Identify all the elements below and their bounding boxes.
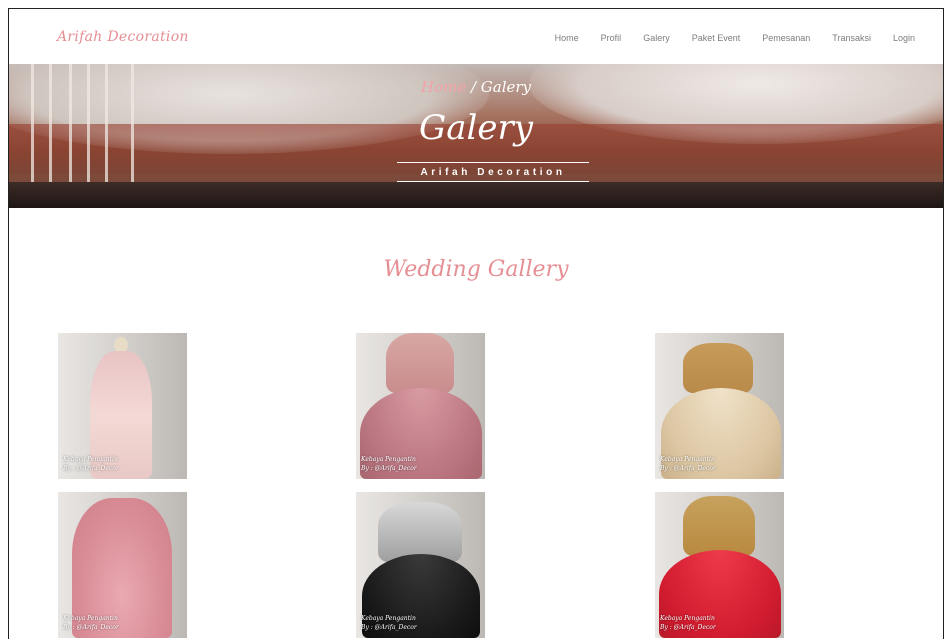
gallery-item-4[interactable]: Kebaya Pengantin By : @Arifa_Decor: [58, 492, 187, 638]
hero-content: Home / Galery Galery: [9, 64, 943, 208]
photo-caption: Kebaya Pengantin By : @Arifa_Decor: [361, 615, 417, 631]
page-title: Galery: [419, 108, 533, 148]
photo-caption: Kebaya Pengantin By : @Arifa_Decor: [660, 615, 716, 631]
photo-caption: Kebaya Pengantin By : @Arifa_Decor: [63, 456, 119, 472]
gallery-heading: Wedding Gallery: [383, 257, 569, 282]
breadcrumb-current: Galery: [480, 78, 532, 96]
hero-banner: Home / Galery Galery Arifah Decoration: [9, 64, 943, 208]
nav-item-profil[interactable]: Profil: [601, 33, 622, 43]
breadcrumb-separator: /: [466, 78, 481, 96]
photo-caption: Kebaya Pengantin By : @Arifa_Decor: [361, 456, 417, 472]
bodice-image: [683, 343, 753, 393]
nav-item-paket-event[interactable]: Paket Event: [692, 33, 741, 43]
browser-viewport: Arifah Decoration Home Profil Galery Pak…: [8, 8, 944, 639]
gallery-item-1[interactable]: Kebaya Pengantin By : @Arifa_Decor: [58, 333, 187, 479]
nav-item-transaksi[interactable]: Transaksi: [832, 33, 871, 43]
page-subtitle: Arifah Decoration: [397, 162, 589, 182]
nav-item-pemesanan[interactable]: Pemesanan: [762, 33, 810, 43]
photo-caption: Kebaya Pengantin By : @Arifa_Decor: [660, 456, 716, 472]
top-navbar: Arifah Decoration Home Profil Galery Pak…: [9, 9, 943, 64]
bodice-image: [683, 496, 755, 556]
gallery-item-2[interactable]: Kebaya Pengantin By : @Arifa_Decor: [356, 333, 485, 479]
photo-caption: Kebaya Pengantin By : @Arifa_Decor: [63, 615, 119, 631]
veil-image: [386, 333, 454, 393]
gallery-item-5[interactable]: Kebaya Pengantin By : @Arifa_Decor: [356, 492, 485, 638]
nav-item-login[interactable]: Login: [893, 33, 915, 43]
gallery-item-3[interactable]: Kebaya Pengantin By : @Arifa_Decor: [655, 333, 784, 479]
nav-item-galery[interactable]: Galery: [643, 33, 670, 43]
breadcrumb: Home / Galery: [9, 78, 943, 96]
gallery-item-6[interactable]: Kebaya Pengantin By : @Arifa_Decor: [655, 492, 784, 638]
brand-logo[interactable]: Arifah Decoration: [57, 29, 189, 45]
bodice-image: [378, 502, 462, 562]
nav-menu: Home Profil Galery Paket Event Pemesanan…: [533, 33, 915, 43]
breadcrumb-home-link[interactable]: Home: [421, 78, 466, 96]
nav-item-home[interactable]: Home: [555, 33, 579, 43]
